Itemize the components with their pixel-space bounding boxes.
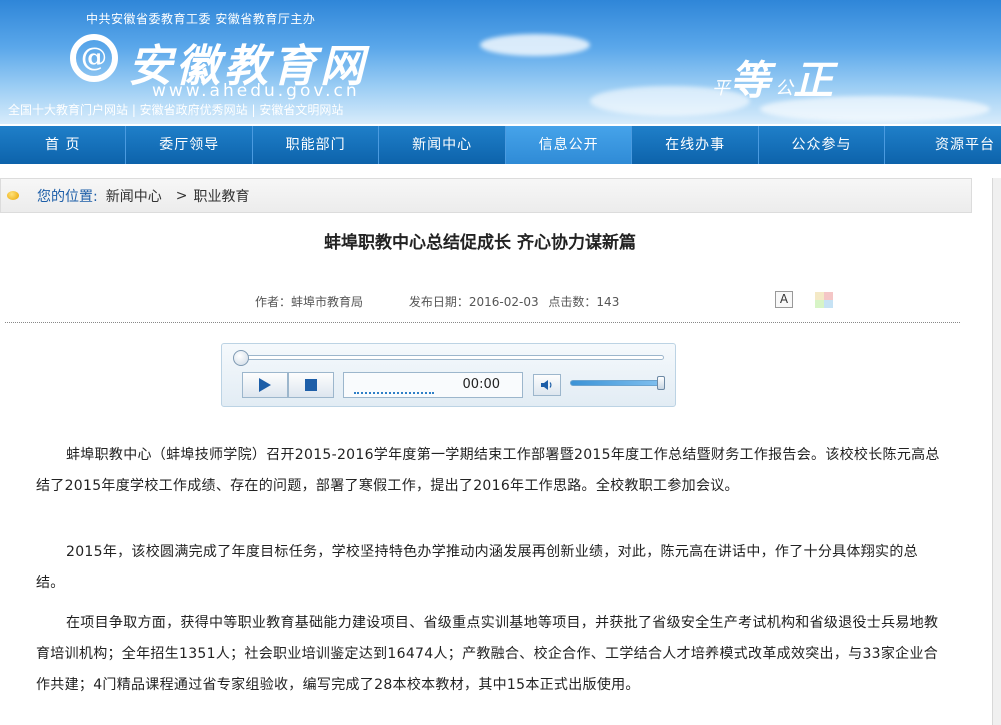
- article-paragraph: 2015年，该校圆满完成了年度目标任务，学校坚持特色办学推动内涵发展再创新业绩，…: [36, 544, 918, 591]
- nav-item-info-public[interactable]: 信息公开: [505, 126, 633, 164]
- play-icon: [259, 378, 271, 392]
- slogan-char: 等: [730, 57, 770, 104]
- article-meta: 作者：蚌埠市教育局 发布日期：2016-02-03 点击数：143: [255, 293, 625, 310]
- article-paragraph: 在项目争取方面，获得中等职业教育基础能力建设项目、省级重点实训基地等项目，并获批…: [36, 615, 939, 693]
- stop-button[interactable]: [288, 372, 334, 398]
- breadcrumb-label: 您的位置:: [37, 188, 98, 205]
- font-size-button[interactable]: A: [775, 291, 793, 308]
- play-button[interactable]: [242, 372, 288, 398]
- nav-item-news[interactable]: 新闻中心: [379, 126, 506, 164]
- volume-button[interactable]: [533, 374, 561, 396]
- header-banner: 中共安徽省委教育工委 安徽省教育厅主办 @ 安徽教育网 www.ahedu.go…: [0, 0, 1001, 124]
- scrollbar[interactable]: [992, 178, 1001, 725]
- volume-slider[interactable]: [570, 380, 662, 386]
- audio-player: 00:00: [221, 343, 676, 407]
- nav-item-online-service[interactable]: 在线办事: [632, 126, 759, 164]
- nav-item-departments[interactable]: 职能部门: [253, 126, 380, 164]
- nav-item-public-participation[interactable]: 公众参与: [759, 126, 886, 164]
- slogan-char: 正: [793, 57, 834, 104]
- time-text: 00:00: [462, 377, 500, 392]
- article-clicks: 点击数：143: [548, 295, 620, 309]
- time-display: 00:00: [343, 372, 523, 398]
- cloud-decoration: [480, 34, 590, 56]
- article-paragraph: 蚌埠职教中心（蚌埠技师学院）召开2015-2016学年度第一学期结束工作部署暨2…: [36, 447, 940, 494]
- breadcrumb: 您的位置: 新闻中心 > 职业教育: [0, 178, 972, 213]
- stop-icon: [305, 379, 317, 391]
- slogan-char: 公: [775, 78, 794, 99]
- progress-knob[interactable]: [233, 350, 249, 366]
- slogan-char: 平: [712, 78, 730, 99]
- article-author: 作者：蚌埠市教育局: [255, 295, 364, 309]
- logo-at-icon[interactable]: @: [70, 34, 118, 82]
- progress-track[interactable]: [233, 350, 664, 366]
- nav-item-leaders[interactable]: 委厅领导: [126, 126, 253, 164]
- site-url: www.ahedu.gov.cn: [152, 81, 360, 101]
- breadcrumb-link-news[interactable]: 新闻中心: [106, 186, 162, 206]
- nav-item-home[interactable]: 首 页: [0, 126, 127, 164]
- volume-knob[interactable]: [657, 376, 665, 390]
- divider: [5, 322, 960, 323]
- honor-line: 全国十大教育门户网站 | 安徽省政府优秀网站 | 安徽省文明网站: [8, 103, 344, 117]
- article-title: 蚌埠职教中心总结促成长 齐心协力谋新篇: [324, 233, 636, 253]
- article-date: 发布日期：2016-02-03: [408, 295, 539, 309]
- location-dot-icon: [7, 191, 19, 200]
- organizer-line: 中共安徽省委教育工委 安徽省教育厅主办: [86, 12, 316, 26]
- background-color-icon[interactable]: [815, 292, 833, 308]
- nav-item-resources[interactable]: 资源平台: [885, 126, 1001, 164]
- breadcrumb-link-vocational[interactable]: 职业教育: [193, 186, 249, 206]
- speaker-icon: [541, 380, 552, 390]
- main-nav: 首 页 委厅领导 职能部门 新闻中心 信息公开 在线办事 公众参与 资源平台: [0, 126, 1001, 164]
- breadcrumb-separator: >: [175, 187, 188, 204]
- slogan: 平等 公正: [712, 48, 833, 106]
- buffer-indicator: [354, 392, 434, 394]
